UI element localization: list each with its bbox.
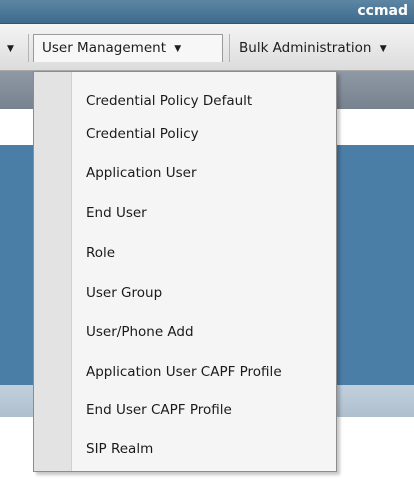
menu-previous[interactable]: ▼ [2, 34, 24, 62]
menu-user-management-label: User Management [42, 40, 166, 56]
menu-separator [28, 34, 29, 62]
menu-bar: ▼ User Management ▼ Bulk Administration … [0, 24, 414, 71]
title-bar: ccmad [0, 0, 414, 24]
menu-item-role[interactable]: Role [86, 242, 334, 264]
menu-item-end-user-capf-profile[interactable]: End User CAPF Profile [86, 399, 334, 421]
menu-item-user-phone-add[interactable]: User/Phone Add [86, 321, 334, 343]
menu-bulk-administration-label: Bulk Administration [239, 40, 372, 56]
dropdown-icon-gutter [34, 72, 72, 471]
chevron-down-icon: ▼ [379, 44, 387, 54]
menu-separator [229, 34, 230, 62]
menu-item-credential-policy-default[interactable]: Credential Policy Default [86, 90, 334, 112]
menu-item-application-user-capf-profile[interactable]: Application User CAPF Profile [86, 361, 334, 383]
menu-item-sip-realm[interactable]: SIP Realm [86, 438, 334, 460]
menu-item-user-group[interactable]: User Group [86, 282, 334, 304]
menu-bulk-administration[interactable]: Bulk Administration ▼ [236, 34, 414, 62]
hostname-label: ccmad [357, 3, 408, 19]
chevron-down-icon: ▼ [7, 44, 14, 54]
menu-item-application-user[interactable]: Application User [86, 162, 334, 184]
menu-item-credential-policy[interactable]: Credential Policy [86, 123, 334, 145]
menu-item-end-user[interactable]: End User [86, 202, 334, 224]
chevron-down-icon: ▼ [174, 44, 182, 54]
user-management-dropdown: Credential Policy Default Credential Pol… [33, 71, 337, 472]
menu-user-management[interactable]: User Management ▼ [33, 34, 223, 62]
